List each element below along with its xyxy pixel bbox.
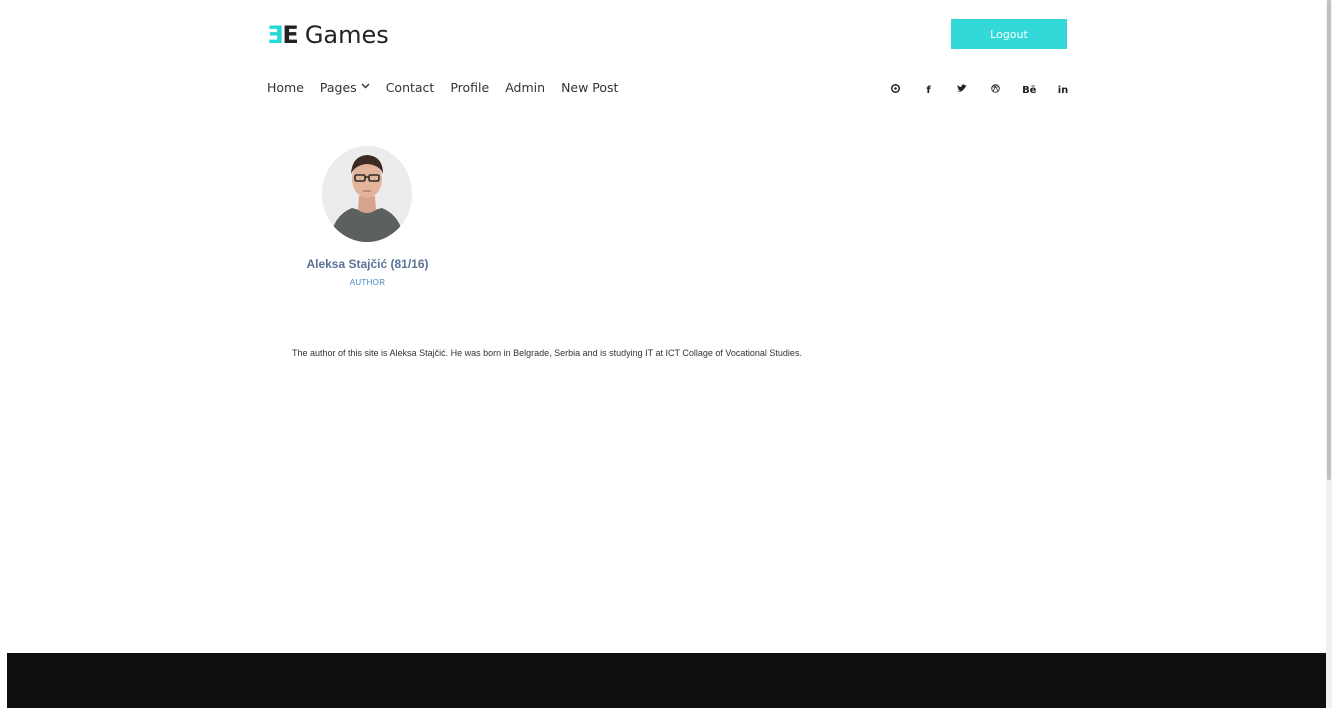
site-logo[interactable]: ƎE Games: [267, 19, 389, 51]
nav-item-admin[interactable]: Admin: [505, 80, 545, 95]
nav-item-profile[interactable]: Profile: [450, 80, 489, 95]
logout-button[interactable]: Logout: [951, 19, 1067, 49]
site-name: Games: [304, 21, 389, 49]
linkedin-icon[interactable]: in: [1056, 85, 1070, 96]
social-links: f Bē in: [888, 82, 1070, 98]
twitter-icon[interactable]: [955, 84, 969, 96]
pinterest-icon[interactable]: [888, 84, 902, 96]
author-role: AUTHOR: [349, 278, 386, 287]
author-bio: The author of this site is Aleksa Stajči…: [292, 348, 802, 358]
scrollbar-thumb[interactable]: [1327, 0, 1331, 480]
author-name: Aleksa Stajčić (81/16): [306, 257, 429, 271]
dribbble-icon[interactable]: [989, 84, 1003, 96]
logo-mark-right: E: [282, 21, 299, 49]
nav-item-contact[interactable]: Contact: [386, 80, 435, 95]
main-nav: Home Pages Contact Profile Admin New Pos…: [267, 78, 618, 96]
behance-icon[interactable]: Bē: [1022, 85, 1036, 96]
logo-mark-left: Ǝ: [267, 21, 283, 49]
nav-item-new-post[interactable]: New Post: [561, 80, 618, 95]
page: ƎE Games Logout Home Pages Contact Profi…: [0, 0, 1326, 708]
vertical-scrollbar[interactable]: [1326, 0, 1332, 708]
nav-item-pages[interactable]: Pages: [320, 80, 370, 95]
chevron-down-icon: [361, 81, 370, 92]
site-footer: [7, 653, 1326, 708]
nav-item-pages-label: Pages: [319, 79, 357, 95]
nav-item-home[interactable]: Home: [267, 80, 304, 95]
author-avatar: [322, 146, 412, 242]
facebook-icon[interactable]: f: [922, 85, 936, 96]
